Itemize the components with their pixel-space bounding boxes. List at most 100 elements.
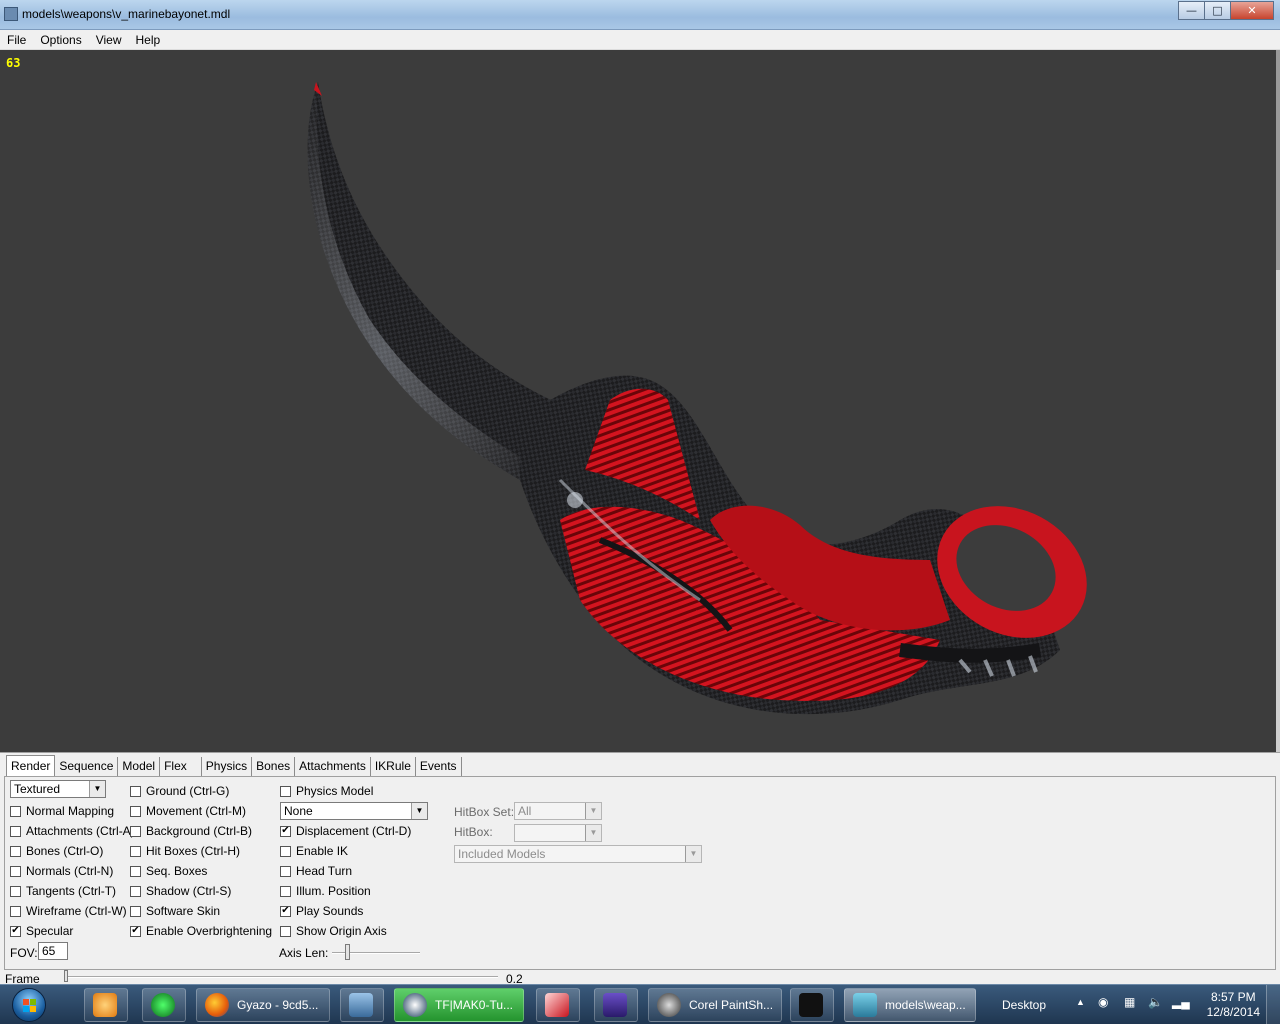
physics-model-select[interactable]: None ▼ — [280, 802, 428, 820]
ground-checkbox[interactable]: Ground (Ctrl-G) — [130, 784, 229, 798]
pinned-steam[interactable] — [790, 988, 834, 1022]
checkbox-box — [280, 845, 291, 857]
tab-bones[interactable]: Bones — [252, 757, 296, 777]
purple-app-icon — [603, 993, 627, 1017]
tangents-checkbox[interactable]: Tangents (Ctrl-T) — [10, 884, 116, 898]
show-origin-axis-checkbox[interactable]: Show Origin Axis — [280, 924, 387, 938]
taskbar-item-label: models\weap... — [885, 998, 966, 1012]
head-turn-checkbox[interactable]: Head Turn — [280, 864, 352, 878]
menu-help[interactable]: Help — [129, 33, 168, 47]
menu-file[interactable]: File — [0, 33, 33, 47]
play-sounds-checkbox[interactable]: ✔ Play Sounds — [280, 904, 363, 918]
checkmark-icon: ✔ — [130, 925, 141, 937]
render-mode-value: Textured — [14, 782, 61, 796]
menu-bar: File Options View Help — [0, 30, 1280, 50]
physics-model-checkbox[interactable]: Physics Model — [280, 784, 373, 798]
show-hidden-icons[interactable]: ▲ — [1076, 997, 1085, 1007]
start-button[interactable] — [4, 987, 54, 1023]
taskbar-corel[interactable]: Corel PaintSh... — [648, 988, 782, 1022]
desktop-toolbar[interactable]: Desktop — [1002, 998, 1046, 1012]
overbrightening-checkbox[interactable]: ✔ Enable Overbrightening — [130, 924, 272, 938]
volume-icon[interactable]: 🔈 — [1148, 995, 1163, 1009]
checkbox-box — [280, 925, 291, 937]
physics-model-value: None — [284, 804, 313, 818]
window-title: models\weapons\v_marinebayonet.mdl — [22, 7, 231, 21]
checkbox-label: Bones (Ctrl-O) — [26, 844, 104, 858]
tab-flex[interactable]: Flex — [160, 757, 202, 777]
checkbox-box — [280, 785, 291, 797]
tab-ikrule[interactable]: IKRule — [371, 757, 416, 777]
pinned-app-2[interactable] — [142, 988, 186, 1022]
normal-mapping-checkbox[interactable]: Normal Mapping — [10, 804, 114, 818]
razer-app-icon — [151, 993, 175, 1017]
axis-len-slider-thumb[interactable] — [345, 944, 350, 960]
pinned-app-4[interactable] — [536, 988, 580, 1022]
close-button[interactable]: ✕ — [1230, 1, 1274, 20]
menu-view[interactable]: View — [89, 33, 129, 47]
steam-icon — [403, 993, 427, 1017]
checkbox-label: Shadow (Ctrl-S) — [146, 884, 232, 898]
tab-physics[interactable]: Physics — [202, 757, 253, 777]
checkbox-label: Play Sounds — [296, 904, 364, 918]
tab-render[interactable]: Render — [6, 755, 56, 777]
viewport-scroll-thumb[interactable] — [1276, 50, 1280, 270]
wireframe-checkbox[interactable]: Wireframe (Ctrl-W) — [10, 904, 127, 918]
included-models-select[interactable]: Included Models ▼ — [454, 845, 702, 863]
software-skin-checkbox[interactable]: Software Skin — [130, 904, 220, 918]
seq-boxes-checkbox[interactable]: Seq. Boxes — [130, 864, 207, 878]
bones-checkbox[interactable]: Bones (Ctrl-O) — [10, 844, 103, 858]
pinned-app-5[interactable] — [594, 988, 638, 1022]
background-checkbox[interactable]: Background (Ctrl-B) — [130, 824, 252, 838]
shadow-checkbox[interactable]: Shadow (Ctrl-S) — [130, 884, 231, 898]
taskbar-steam-chat[interactable]: TF|MAK0-Tu... — [394, 988, 524, 1022]
fov-label: FOV: — [10, 946, 38, 960]
fov-input[interactable]: 65 — [38, 942, 68, 960]
steam-tray-icon[interactable]: ◉ — [1098, 995, 1108, 1009]
pinned-app-3[interactable] — [340, 988, 384, 1022]
tab-sequence[interactable]: Sequence — [55, 757, 119, 777]
minimize-button[interactable]: — — [1178, 1, 1205, 20]
maximize-button[interactable]: □ — [1204, 1, 1231, 20]
specular-checkbox[interactable]: ✔ Specular — [10, 924, 73, 938]
model-viewport[interactable]: 63 — [0, 50, 1276, 752]
enable-ik-checkbox[interactable]: Enable IK — [280, 844, 348, 858]
clock[interactable]: 8:57 PM 12/8/2014 — [1207, 990, 1260, 1020]
hitbox-select[interactable]: ▼ — [514, 824, 602, 842]
checkbox-label: Enable Overbrightening — [146, 924, 273, 938]
included-models-value: Included Models — [458, 847, 546, 861]
frame-slider-thumb[interactable] — [64, 970, 68, 982]
checkbox-label: Normal Mapping — [26, 804, 115, 818]
checkbox-label: Displacement (Ctrl-D) — [296, 824, 412, 838]
tab-attachments[interactable]: Attachments — [295, 757, 371, 777]
chevron-down-icon: ▼ — [585, 803, 601, 819]
menu-options[interactable]: Options — [33, 33, 88, 47]
checkbox-box — [130, 905, 141, 917]
chevron-down-icon: ▼ — [585, 825, 601, 841]
hitbox-set-label: HitBox Set: — [454, 805, 515, 819]
viewport-scrollbar[interactable] — [1276, 50, 1280, 752]
checkbox-box — [280, 865, 291, 877]
checkbox-box — [130, 825, 141, 837]
karambit-knife-model — [307, 82, 1087, 715]
frame-slider-track[interactable] — [66, 976, 498, 978]
taskbar-hlmv[interactable]: models\weap... — [844, 988, 976, 1022]
render-mode-select[interactable]: Textured ▼ — [10, 780, 106, 798]
movement-checkbox[interactable]: Movement (Ctrl-M) — [130, 804, 246, 818]
network-icon[interactable]: ▦ — [1124, 995, 1135, 1009]
taskbar-item-label: Gyazo - 9cd5... — [237, 998, 319, 1012]
signal-icon[interactable]: ▂▄ — [1172, 995, 1190, 1009]
normals-checkbox[interactable]: Normals (Ctrl-N) — [10, 864, 113, 878]
checkbox-label: Wireframe (Ctrl-W) — [26, 904, 127, 918]
displacement-checkbox[interactable]: ✔ Displacement (Ctrl-D) — [280, 824, 411, 838]
checkbox-label: Normals (Ctrl-N) — [26, 864, 114, 878]
illum-position-checkbox[interactable]: Illum. Position — [280, 884, 371, 898]
tab-model[interactable]: Model — [118, 757, 161, 777]
show-desktop-button[interactable] — [1266, 985, 1280, 1024]
hit-boxes-checkbox[interactable]: Hit Boxes (Ctrl-H) — [130, 844, 240, 858]
pinned-app-1[interactable] — [84, 988, 128, 1022]
taskbar-gyazo[interactable]: Gyazo - 9cd5... — [196, 988, 330, 1022]
tab-events[interactable]: Events — [416, 757, 462, 777]
clock-date: 12/8/2014 — [1206, 1005, 1260, 1019]
attachments-checkbox[interactable]: Attachments (Ctrl-A) — [10, 824, 135, 838]
hitbox-set-select[interactable]: All ▼ — [514, 802, 602, 820]
